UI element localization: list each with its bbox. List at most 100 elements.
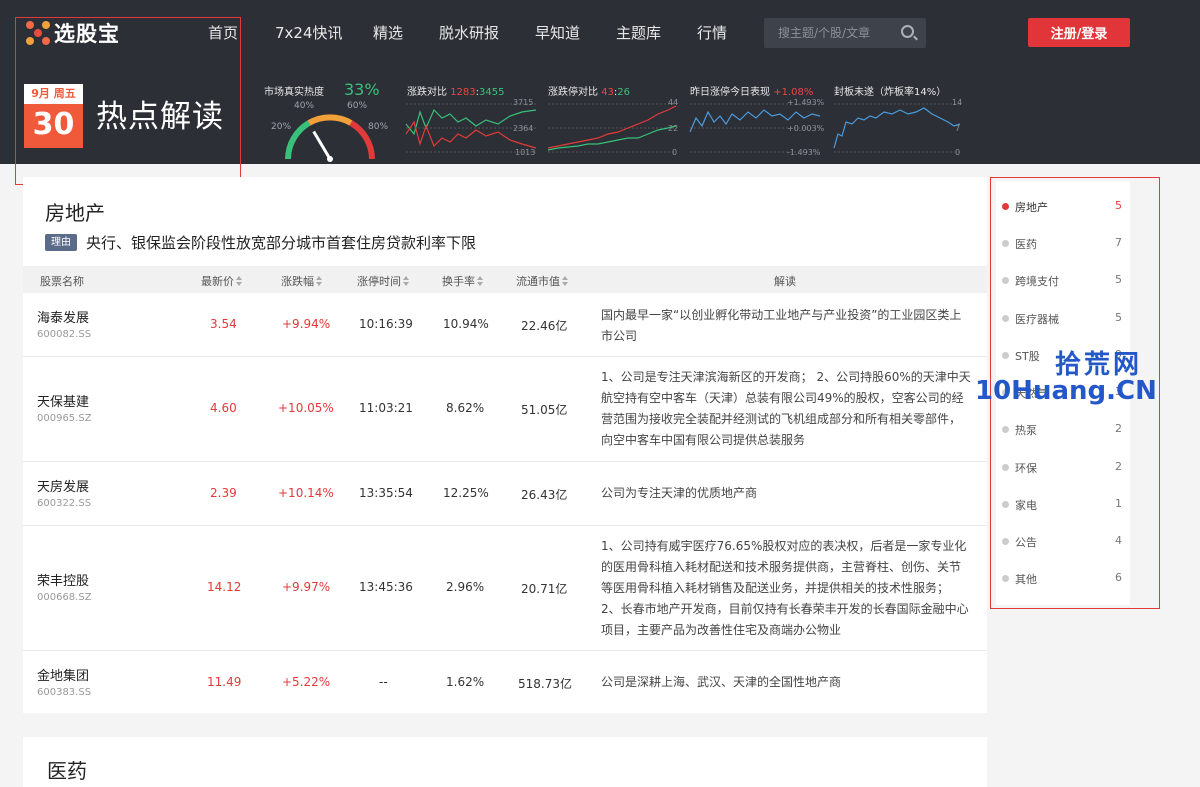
sidebar-item-announcement[interactable]: 公告 4 (996, 528, 1130, 558)
dot-icon (1002, 240, 1009, 247)
yesterday-widget-title: 昨日涨停今日表现 +1.08% (690, 83, 813, 98)
top-navigation-bar: 选股宝 首页 7x24快讯 精选 脱水研报 早知道 主题库 行情 注册/登录 (0, 0, 1200, 64)
theme-card-medicine: 医药 (23, 737, 987, 787)
column-header-turnover[interactable]: 换手率 (442, 273, 484, 289)
stock-name[interactable]: 天保基建 (37, 391, 89, 410)
nav-item-market[interactable]: 行情 (697, 22, 727, 43)
updown-up-count: 1283 (450, 87, 476, 98)
dot-icon (1002, 538, 1009, 545)
stock-price: 14.12 (207, 580, 242, 594)
stock-change: +10.05% (278, 401, 334, 415)
sidebar-item-medical-device[interactable]: 医疗器械 5 (996, 305, 1130, 335)
gauge-needle (312, 130, 332, 160)
page-title: 热点解读 (96, 99, 224, 135)
nav-item-research[interactable]: 脱水研报 (439, 22, 499, 43)
yesterday-label: 昨日涨停今日表现 (690, 87, 770, 98)
updown-axis-label: 1013 (515, 148, 536, 157)
register-login-button[interactable]: 注册/登录 (1028, 18, 1130, 47)
yesterday-value: +1.08% (773, 87, 814, 98)
site-logo[interactable]: 选股宝 (26, 18, 120, 48)
sidebar-item-other[interactable]: 其他 6 (996, 565, 1130, 595)
nav-item-featured[interactable]: 精选 (373, 22, 403, 43)
stock-code: 600383.SS (37, 687, 92, 698)
table-row[interactable]: 天房发展 600322.SS 2.39 +10.14% 13:35:54 12.… (23, 462, 987, 526)
section-title: 房地产 (45, 201, 105, 225)
limit-up-time: 10:16:39 (359, 317, 413, 331)
table-row[interactable]: 海泰发展 600082.SS 3.54 +9.94% 10:16:39 10.9… (23, 293, 987, 357)
limit-down-count: 26 (617, 87, 631, 98)
table-row[interactable]: 天保基建 000965.SZ 4.60 +10.05% 11:03:21 8.6… (23, 357, 987, 462)
sidebar-item-count: 1 (1115, 497, 1122, 510)
turnover-rate: 12.25% (443, 486, 489, 500)
logo-text: 选股宝 (54, 22, 120, 46)
sidebar-item-count: 2 (1115, 460, 1122, 473)
sidebar-item-appliance[interactable]: 家电 1 (996, 491, 1130, 521)
sidebar-item-cross-border-pay[interactable]: 跨境支付 5 (996, 267, 1130, 297)
nav-item-home[interactable]: 首页 (208, 22, 238, 43)
stock-name[interactable]: 荣丰控股 (37, 570, 89, 589)
column-header-cap[interactable]: 流通市值 (516, 273, 569, 289)
heat-widget-title: 市场真实热度 (264, 87, 324, 98)
sidebar-item-count: 7 (1115, 236, 1122, 249)
seal-axis-label: 7 (955, 124, 961, 133)
sidebar-item-count: 5 (1115, 273, 1122, 286)
stock-name[interactable]: 金地集团 (37, 665, 89, 684)
sort-icon[interactable] (562, 276, 569, 286)
sidebar-item-heat-pump[interactable]: 热泵 2 (996, 416, 1130, 446)
watermark: 拾荒网 10Huang.CN (975, 344, 1190, 418)
sort-icon[interactable] (236, 276, 243, 286)
sort-icon[interactable] (477, 276, 484, 286)
stock-interpretation: 公司为专注天津的优质地产商 (601, 486, 758, 500)
column-header-label: 涨停时间 (357, 275, 401, 288)
watermark-en: 10Huang.CN (975, 376, 1157, 406)
column-header-price[interactable]: 最新价 (201, 273, 243, 289)
stock-interpretation: 1、公司是专注天津滨海新区的开发商； 2、公司持股60%的天津中天航空持有空中客… (601, 370, 971, 447)
limit-up-time: -- (379, 675, 388, 689)
sidebar-item-count: 4 (1115, 534, 1122, 547)
yesterday-axis-label: +0.003% (787, 124, 825, 133)
table-row[interactable]: 荣丰控股 000668.SZ 14.12 +9.97% 13:45:36 2.9… (23, 526, 987, 651)
column-header-change[interactable]: 涨跌幅 (281, 273, 323, 289)
sidebar-item-medicine[interactable]: 医药 7 (996, 230, 1130, 260)
stock-price: 4.60 (210, 401, 237, 415)
nav-item-themes[interactable]: 主题库 (616, 22, 661, 43)
stock-code: 600322.SS (37, 498, 92, 509)
dot-icon (1002, 501, 1009, 508)
stock-change: +9.97% (282, 580, 331, 594)
table-row[interactable]: 金地集团 600383.SS 11.49 +5.22% -- 1.62% 518… (23, 651, 987, 713)
nav-item-morning[interactable]: 早知道 (535, 22, 580, 43)
dot-icon (1002, 426, 1009, 433)
stock-name[interactable]: 天房发展 (37, 476, 89, 495)
sort-icon[interactable] (316, 276, 323, 286)
seal-chart (833, 103, 961, 153)
limit-axis-label: 0 (672, 148, 678, 157)
float-market-cap: 22.46亿 (521, 319, 568, 333)
search-icon[interactable] (901, 25, 914, 38)
search-box (764, 18, 926, 48)
gauge-tick-label: 40% (294, 101, 315, 111)
sidebar-item-label: 公告 (1015, 536, 1037, 549)
table-header: 股票名称 最新价 涨跌幅 涨停时间 换手率 流通市值 解读 (23, 266, 987, 293)
nav-item-news-7x24[interactable]: 7x24快讯 (275, 22, 343, 43)
dot-icon (1002, 315, 1009, 322)
sidebar-item-environment[interactable]: 环保 2 (996, 454, 1130, 484)
sidebar-item-label: 跨境支付 (1015, 275, 1059, 288)
yesterday-axis-label: -1.493% (787, 148, 821, 157)
limit-label: 涨跌停对比 (548, 87, 598, 98)
sort-icon[interactable] (403, 276, 410, 286)
sidebar-item-label: 其他 (1015, 573, 1037, 586)
search-input[interactable] (764, 18, 894, 48)
stock-price: 2.39 (210, 486, 237, 500)
column-header-time[interactable]: 涨停时间 (357, 273, 410, 289)
stock-change: +5.22% (282, 675, 331, 689)
reason-tag: 理由 (45, 234, 77, 251)
column-header-label: 最新价 (201, 275, 234, 288)
stock-name[interactable]: 海泰发展 (37, 307, 89, 326)
column-header-desc: 解读 (774, 275, 796, 288)
limit-up-time: 13:45:36 (359, 580, 413, 594)
sidebar-item-real-estate[interactable]: 房地产 5 (996, 193, 1130, 223)
limit-chart (547, 103, 677, 153)
seal-axis-label: 0 (955, 148, 961, 157)
updown-axis-label: 3715 (513, 98, 534, 107)
stock-code: 000965.SZ (37, 413, 92, 424)
